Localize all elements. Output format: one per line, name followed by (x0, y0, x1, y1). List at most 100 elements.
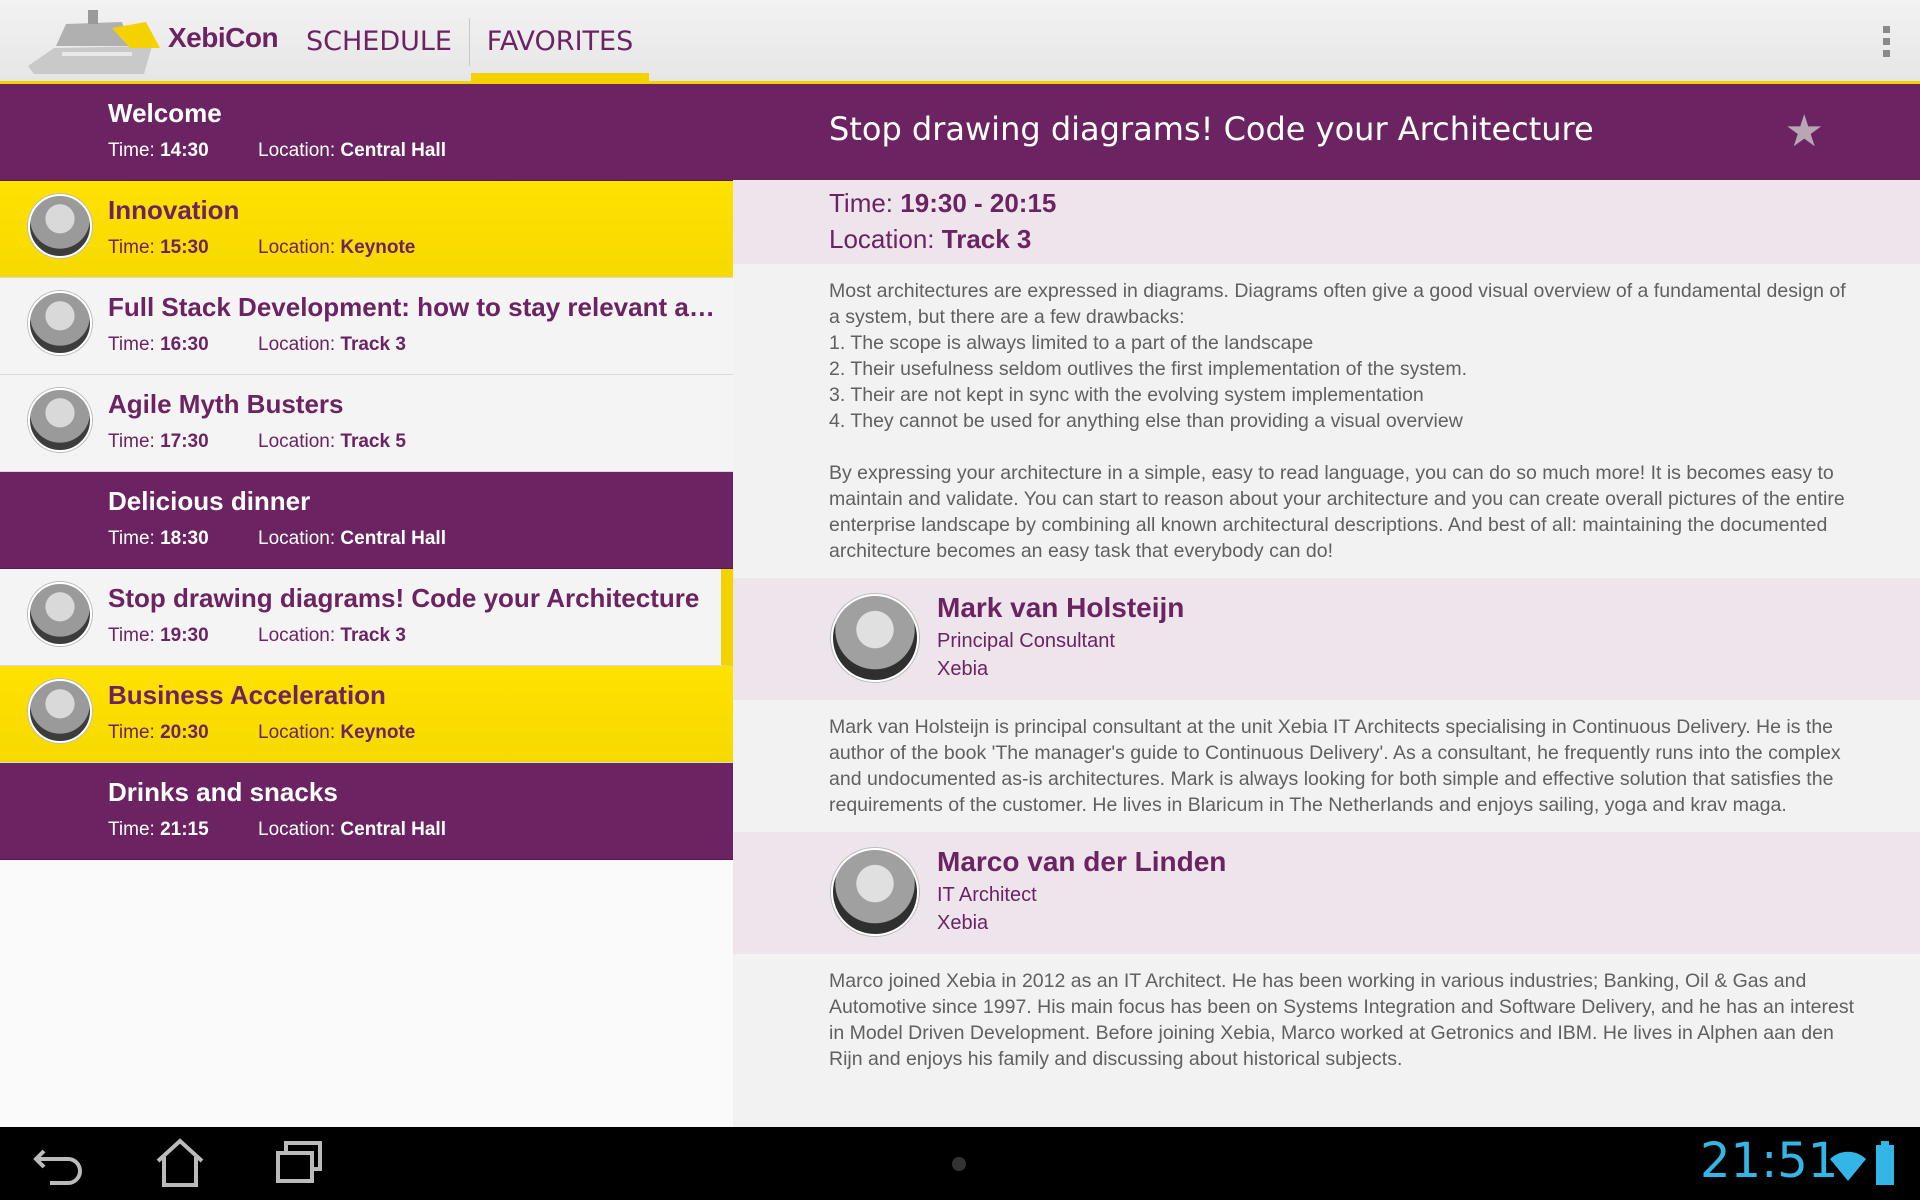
time-label: Time: (108, 625, 155, 646)
time-label: Time: (108, 819, 155, 840)
session-row[interactable]: Innovation Time: 15:30 Location: Keynote (0, 181, 733, 278)
status-clock: 21:51 (1700, 1133, 1839, 1189)
system-navigation-bar: 21:51 (0, 1127, 1920, 1200)
session-title: Business Acceleration (108, 680, 386, 710)
back-icon[interactable] (30, 1137, 90, 1189)
session-time: 15:30 (160, 237, 209, 258)
detail-time: 19:30 - 20:15 (900, 188, 1057, 218)
description-line: 3. Their are not kept in sync with the e… (829, 384, 1424, 406)
recent-apps-icon[interactable] (270, 1137, 330, 1189)
speaker-company: Xebia (937, 658, 989, 680)
speaker-role: Principal Consultant (937, 630, 1115, 652)
speaker-company: Xebia (937, 912, 989, 934)
session-location: Track 3 (340, 334, 406, 355)
session-description: Most architectures are expressed in diag… (733, 264, 1920, 578)
session-title: Stop drawing diagrams! Code your Archite… (108, 583, 700, 613)
speaker-bio-text: Marco joined Xebia in 2012 as an IT Arch… (829, 970, 1855, 1070)
wifi-icon (1830, 1151, 1866, 1181)
detail-header: Stop drawing diagrams! Code your Archite… (733, 84, 1920, 180)
session-title: Agile Myth Busters (108, 389, 344, 419)
app-title: XebiCon (168, 22, 279, 53)
time-label: Time: (829, 188, 894, 218)
speaker-bio: Mark van Holsteijn is principal consulta… (733, 700, 1920, 832)
location-label: Location: (829, 224, 935, 254)
session-row[interactable]: Agile Myth Busters Time: 17:30 Location: … (0, 375, 733, 472)
session-location: Keynote (340, 237, 416, 258)
session-meta: Time: 15:30 Location: Keynote (108, 237, 415, 259)
session-location: Central Hall (340, 528, 446, 549)
speaker-avatar (28, 291, 92, 355)
time-label: Time: (108, 528, 155, 549)
speaker-bio: Marco joined Xebia in 2012 as an IT Arch… (733, 954, 1920, 1086)
location-label: Location: (258, 528, 336, 549)
xebicon-ship-logo (28, 10, 160, 74)
description-paragraph: By expressing your architecture in a sim… (829, 462, 1845, 562)
description-line: 2. Their usefulness seldom outlives the … (829, 358, 1468, 380)
time-label: Time: (108, 334, 155, 355)
time-label: Time: (108, 237, 155, 258)
session-time: 17:30 (160, 431, 209, 452)
session-time: 21:15 (160, 819, 209, 840)
location-label: Location: (258, 625, 336, 646)
action-bar: XebiCon SCHEDULE FAVORITES (0, 0, 1920, 84)
overflow-menu-icon[interactable] (1880, 26, 1892, 60)
session-location: Track 3 (340, 625, 406, 646)
location-label: Location: (258, 431, 336, 452)
speaker-avatar (28, 582, 92, 646)
session-list: Welcome Time: 14:30 Location: Central Hal… (0, 84, 733, 1127)
location-label: Location: (258, 237, 336, 258)
session-row[interactable]: Full Stack Development: how to stay rele… (0, 278, 733, 375)
time-label: Time: (108, 431, 155, 452)
location-label: Location: (258, 334, 336, 355)
speaker-name: Mark van Holsteijn (937, 592, 1185, 623)
speaker-card: Mark van Holsteijn Principal Consultant … (733, 578, 1920, 700)
description-line: Most architectures are expressed in diag… (829, 280, 1846, 328)
detail-location: Track 3 (941, 224, 1032, 254)
description-line: 1. The scope is always limited to a part… (829, 332, 1314, 354)
session-title: Delicious dinner (108, 486, 311, 516)
description-line: 4. They cannot be used for anything else… (829, 410, 1463, 432)
location-label: Location: (258, 722, 336, 743)
session-meta: Time: 18:30 Location: Central Hall (108, 528, 446, 550)
session-time: 19:30 (160, 625, 209, 646)
speaker-role: IT Architect (937, 884, 1037, 906)
session-row[interactable]: Drinks and snacks Time: 21:15 Location: C… (0, 763, 733, 860)
speaker-bio-text: Mark van Holsteijn is principal consulta… (829, 716, 1841, 816)
speaker-card: Marco van der Linden IT Architect Xebia (733, 832, 1920, 954)
home-icon[interactable] (150, 1137, 210, 1189)
session-location: Central Hall (340, 140, 446, 161)
session-title: Full Stack Development: how to stay rele… (108, 292, 718, 322)
session-row[interactable]: Delicious dinner Time: 18:30 Location: Ce… (0, 472, 733, 569)
session-detail: Stop drawing diagrams! Code your Archite… (733, 84, 1920, 1127)
session-meta: Time: 19:30 Location: Track 3 (108, 625, 406, 647)
speaker-avatar (28, 194, 92, 258)
tab-favorites[interactable]: FAVORITES (471, 0, 649, 81)
speaker-photo (831, 848, 919, 936)
time-label: Time: (108, 722, 155, 743)
session-title: Drinks and snacks (108, 777, 338, 807)
session-meta: Time: 14:30 Location: Central Hall (108, 140, 446, 162)
detail-title: Stop drawing diagrams! Code your Archite… (829, 110, 1594, 148)
session-meta: Time: 16:30 Location: Track 3 (108, 334, 406, 356)
session-time: 20:30 (160, 722, 209, 743)
session-time: 14:30 (160, 140, 209, 161)
tab-schedule[interactable]: SCHEDULE (296, 0, 462, 81)
session-location: Central Hall (340, 819, 446, 840)
session-meta: Time: 20:30 Location: Keynote (108, 722, 415, 744)
battery-icon (1876, 1141, 1894, 1185)
session-time: 18:30 (160, 528, 209, 549)
session-row[interactable]: Welcome Time: 14:30 Location: Central Hal… (0, 84, 733, 181)
speaker-name: Marco van der Linden (937, 846, 1227, 877)
home-indicator-dot (952, 1157, 966, 1171)
speaker-photo (831, 594, 919, 682)
location-label: Location: (258, 819, 336, 840)
session-row-selected[interactable]: Stop drawing diagrams! Code your Archite… (0, 569, 733, 666)
tab-divider (469, 18, 470, 66)
session-location: Keynote (340, 722, 416, 743)
speaker-avatar (28, 388, 92, 452)
session-time: 16:30 (160, 334, 209, 355)
session-row[interactable]: Business Acceleration Time: 20:30 Locatio… (0, 666, 733, 763)
star-icon[interactable]: ★ (1785, 110, 1824, 154)
speaker-avatar (28, 679, 92, 743)
session-location: Track 5 (340, 431, 406, 452)
